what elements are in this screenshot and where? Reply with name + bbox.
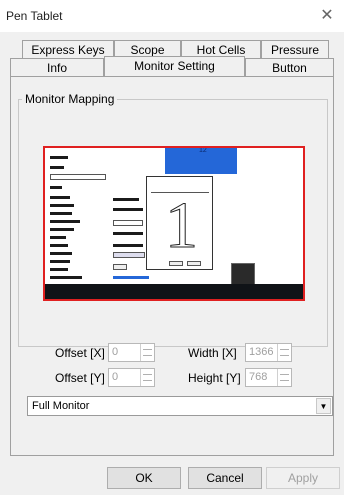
- preview-taskbar: [45, 284, 303, 299]
- preview-line: [50, 228, 74, 231]
- preview-identify-dialog: 1: [146, 176, 213, 270]
- preview-line: [50, 260, 70, 263]
- monitor-dropdown-value: Full Monitor: [32, 400, 90, 412]
- width-label: Width [X]: [188, 346, 237, 360]
- tab-monitor-setting[interactable]: Monitor Setting: [104, 56, 245, 76]
- preview-line: [50, 204, 74, 207]
- tab-button[interactable]: Button: [245, 58, 334, 76]
- preview-field: [113, 252, 145, 258]
- title-bar: Pen Tablet ✕: [0, 0, 344, 32]
- preview-line: [50, 186, 62, 189]
- preview-line: [50, 268, 68, 271]
- offset-x-value: 0: [112, 346, 119, 358]
- preview-line: [50, 156, 68, 159]
- preview-blue-mark: 12: [199, 147, 207, 154]
- ok-button[interactable]: OK: [107, 467, 181, 489]
- preview-line: [50, 220, 80, 223]
- width-spinner[interactable]: [277, 344, 291, 361]
- preview-line: [50, 212, 72, 215]
- height-field[interactable]: 768: [245, 368, 292, 387]
- preview-line: [50, 276, 82, 279]
- preview-line: [113, 232, 143, 235]
- offset-y-field[interactable]: 0: [108, 368, 155, 387]
- preview-line: [113, 208, 143, 211]
- offset-x-label: Offset [X]: [55, 346, 105, 360]
- preview-highlight: 12: [165, 147, 237, 174]
- chevron-down-icon[interactable]: ▼: [316, 398, 331, 414]
- close-icon[interactable]: ✕: [318, 5, 336, 25]
- monitor-dropdown[interactable]: Full Monitor ▼: [27, 396, 333, 416]
- offset-x-field[interactable]: 0: [108, 343, 155, 362]
- offset-x-spinner[interactable]: [140, 344, 154, 361]
- preview-field: [50, 174, 106, 180]
- width-value: 1366: [249, 346, 274, 358]
- tab-info[interactable]: Info: [10, 58, 104, 76]
- preview-line: [50, 166, 64, 169]
- offset-y-label: Offset [Y]: [55, 371, 105, 385]
- offset-y-spinner[interactable]: [140, 369, 154, 386]
- preview-line: [50, 252, 72, 255]
- offset-y-value: 0: [112, 371, 119, 383]
- preview-line: [50, 236, 66, 239]
- preview-monitor-number: 1: [165, 189, 199, 262]
- tab-pressure[interactable]: Pressure: [261, 40, 329, 58]
- monitor-preview: 12 1: [43, 146, 305, 301]
- preview-line: [113, 244, 143, 247]
- monitor-mapping-label: Monitor Mapping: [22, 92, 118, 106]
- width-field[interactable]: 1366: [245, 343, 292, 362]
- preview-button: [169, 261, 183, 266]
- preview-link: [113, 276, 149, 279]
- height-value: 768: [249, 371, 268, 383]
- tab-express-keys[interactable]: Express Keys: [22, 40, 114, 58]
- preview-button: [187, 261, 201, 266]
- cancel-button[interactable]: Cancel: [188, 467, 262, 489]
- height-spinner[interactable]: [277, 369, 291, 386]
- window-title: Pen Tablet: [6, 9, 63, 23]
- preview-line: [50, 196, 70, 199]
- preview-line: [113, 198, 139, 201]
- preview-field: [113, 220, 143, 226]
- height-label: Height [Y]: [188, 371, 241, 385]
- preview-button: [113, 264, 127, 270]
- preview-line: [50, 244, 68, 247]
- apply-button[interactable]: Apply: [266, 467, 340, 489]
